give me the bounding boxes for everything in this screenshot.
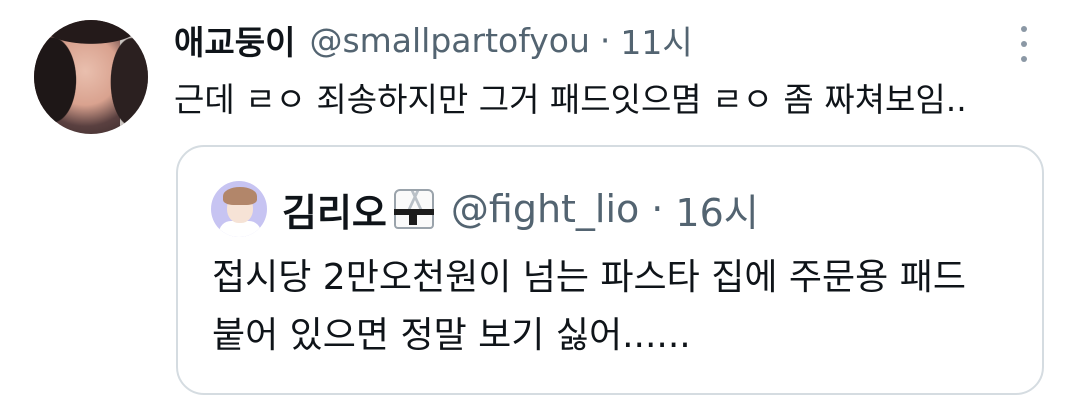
more-dot xyxy=(1021,56,1027,62)
quoted-author-display-name[interactable]: 김리오 xyxy=(282,182,387,237)
tweet-text: 근데 ㄹㅇ 죄송하지만 그거 패드잇으몀 ㄹㅇ 좀 짜쳐보임.. xyxy=(174,80,967,119)
separator-dot: · xyxy=(651,187,664,231)
avatar-hair xyxy=(34,20,148,134)
gi-belt-knot xyxy=(408,209,417,225)
more-options-icon[interactable] xyxy=(1014,26,1034,62)
separator-dot: · xyxy=(599,20,611,60)
quoted-tweet-card[interactable]: 김리오 @fight_lio · 16시 접시당 2만오천원이 넘는 파스타 집… xyxy=(176,145,1044,395)
tweet[interactable]: 애교둥이 @smallpartofyou · 11시 근데 ㄹㅇ 죄송하지만 그… xyxy=(0,0,1080,403)
quoted-tweet-text-line-1: 접시당 2만오천원이 넘는 파스타 집에 주문용 패드 xyxy=(212,257,966,298)
author-handle[interactable]: @smallpartofyou xyxy=(309,21,589,60)
quoted-author-handle[interactable]: @fight_lio xyxy=(451,187,639,231)
tweet-timestamp[interactable]: 11시 xyxy=(620,16,692,64)
author-display-name[interactable]: 애교둥이 xyxy=(174,16,295,64)
quoted-tweet-header: 김리오 @fight_lio · 16시 xyxy=(282,185,759,235)
more-dot xyxy=(1021,26,1027,32)
martial-arts-uniform-icon xyxy=(391,187,437,231)
avatar-body xyxy=(219,221,261,237)
more-dot xyxy=(1021,41,1027,47)
quoted-tweet-text-line-2: 붙어 있으면 정말 보기 싫어...... xyxy=(212,315,691,356)
author-avatar[interactable] xyxy=(34,20,148,134)
quoted-author-avatar[interactable] xyxy=(211,181,267,237)
quoted-tweet-text: 접시당 2만오천원이 넘는 파스타 집에 주문용 패드 붙어 있으면 정말 보기… xyxy=(212,249,966,365)
tweet-header: 애교둥이 @smallpartofyou · 11시 xyxy=(174,16,693,64)
quoted-tweet-timestamp[interactable]: 16시 xyxy=(675,182,758,237)
avatar-hair xyxy=(223,187,257,205)
